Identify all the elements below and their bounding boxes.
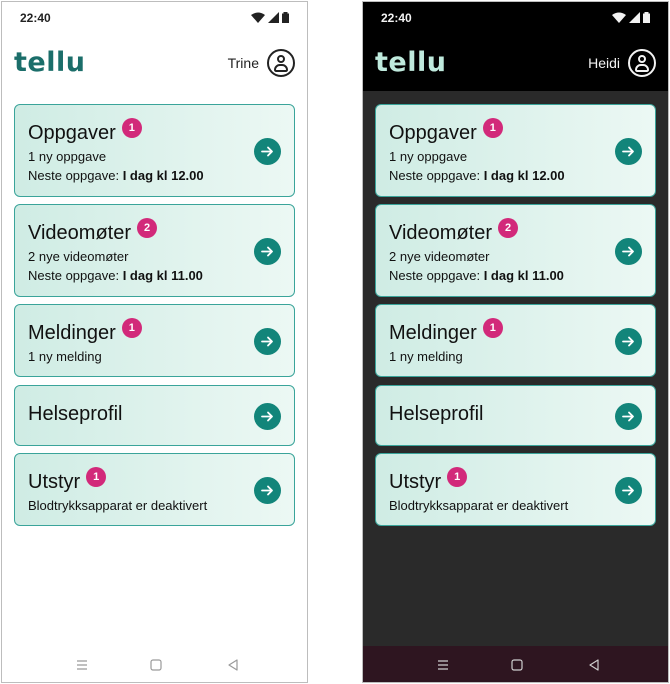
card-next-task: Neste oppgave: I dag kl 12.00 [389, 168, 565, 183]
card-subtitle: Blodtrykksapparat er deaktivert [389, 498, 569, 513]
card-meldinger[interactable]: Meldinger 1 1 ny melding [375, 304, 656, 377]
card-meldinger[interactable]: Meldinger 1 1 ny melding [14, 304, 295, 377]
notification-badge: 1 [121, 118, 142, 138]
card-next-task: Neste oppgave: I dag kl 12.00 [28, 168, 204, 183]
card-oppgaver[interactable]: Oppgaver 1 1 ny oppgave Neste oppgave: I… [375, 104, 656, 197]
card-utstyr[interactable]: Utstyr 1 Blodtrykksapparat er deaktivert [14, 453, 295, 526]
card-utstyr[interactable]: Utstyr 1 Blodtrykksapparat er deaktivert [375, 453, 656, 526]
card-subtitle: 1 ny oppgave [389, 149, 468, 164]
status-time: 22:40 [381, 11, 412, 25]
app-header: tellu Trine [2, 34, 307, 91]
card-helseprofil[interactable]: Helseprofil [14, 385, 295, 446]
card-subtitle: 1 ny oppgave [28, 149, 107, 164]
back-icon[interactable] [585, 656, 603, 674]
card-title: Videomøter [389, 222, 493, 244]
home-icon[interactable] [147, 656, 165, 674]
signal-icon [629, 12, 640, 23]
card-title: Utstyr [389, 471, 442, 493]
card-title: Oppgaver [389, 122, 477, 144]
card-title: Utstyr [28, 471, 81, 493]
notification-badge: 1 [121, 318, 142, 338]
tellu-logo: tellu [14, 47, 86, 78]
arrow-right-icon[interactable] [254, 328, 281, 355]
battery-icon [643, 12, 650, 23]
arrow-right-icon[interactable] [254, 477, 281, 504]
arrow-right-icon[interactable] [615, 328, 642, 355]
system-nav-bar [2, 646, 307, 682]
arrow-right-icon[interactable] [254, 238, 281, 265]
status-time: 22:40 [20, 11, 51, 25]
user-name: Heidi [588, 55, 620, 71]
user-name: Trine [227, 55, 259, 71]
notification-badge: 2 [498, 218, 519, 238]
notification-badge: 1 [86, 467, 107, 487]
menu-icon[interactable] [434, 656, 452, 674]
back-icon[interactable] [224, 656, 242, 674]
card-subtitle: 1 ny melding [28, 349, 102, 364]
card-videomoter[interactable]: Videomøter 2 2 nye videomøter Neste oppg… [14, 204, 295, 297]
card-helseprofil[interactable]: Helseprofil [375, 385, 656, 446]
system-nav-bar [363, 646, 668, 682]
arrow-right-icon[interactable] [615, 238, 642, 265]
user-menu[interactable]: Trine [228, 49, 295, 77]
card-next-task: Neste oppgave: I dag kl 11.00 [389, 268, 564, 283]
card-subtitle: 2 nye videomøter [28, 249, 129, 264]
card-title: Meldinger [28, 322, 116, 344]
notification-badge: 1 [482, 118, 503, 138]
tellu-logo: tellu [375, 47, 447, 78]
wifi-icon [612, 12, 626, 23]
arrow-right-icon[interactable] [615, 403, 642, 430]
card-videomoter[interactable]: Videomøter 2 2 nye videomøter Neste oppg… [375, 204, 656, 297]
arrow-right-icon[interactable] [254, 403, 281, 430]
card-next-task: Neste oppgave: I dag kl 11.00 [28, 268, 203, 283]
notification-badge: 2 [137, 218, 158, 238]
home-icon[interactable] [508, 656, 526, 674]
user-menu[interactable]: Heidi [588, 49, 656, 77]
notification-badge: 1 [482, 318, 503, 338]
card-oppgaver[interactable]: Oppgaver 1 1 ny oppgave Neste oppgave: I… [14, 104, 295, 197]
notification-badge: 1 [447, 467, 468, 487]
user-avatar-icon[interactable] [267, 49, 295, 77]
signal-icon [268, 12, 279, 23]
status-bar: 22:40 [363, 2, 668, 34]
arrow-right-icon[interactable] [254, 138, 281, 165]
card-subtitle: Blodtrykksapparat er deaktivert [28, 498, 208, 513]
card-title: Meldinger [389, 322, 477, 344]
phone-screen-dark: 22:40 tellu Heidi Oppgaver 1 1 ny oppgav… [362, 1, 669, 683]
battery-icon [282, 12, 289, 23]
user-avatar-icon[interactable] [628, 49, 656, 77]
card-subtitle: 1 ny melding [389, 349, 463, 364]
arrow-right-icon[interactable] [615, 138, 642, 165]
card-title: Oppgaver [28, 122, 116, 144]
menu-icon[interactable] [73, 656, 91, 674]
card-title: Helseprofil [389, 403, 484, 425]
arrow-right-icon[interactable] [615, 477, 642, 504]
card-title: Videomøter [28, 222, 132, 244]
card-title: Helseprofil [28, 403, 123, 425]
wifi-icon [251, 12, 265, 23]
phone-screen-light: 22:40 tellu Trine Oppgaver 1 1 ny oppgav… [1, 1, 308, 683]
card-subtitle: 2 nye videomøter [389, 249, 490, 264]
app-header: tellu Heidi [363, 34, 668, 91]
status-bar: 22:40 [2, 2, 307, 34]
